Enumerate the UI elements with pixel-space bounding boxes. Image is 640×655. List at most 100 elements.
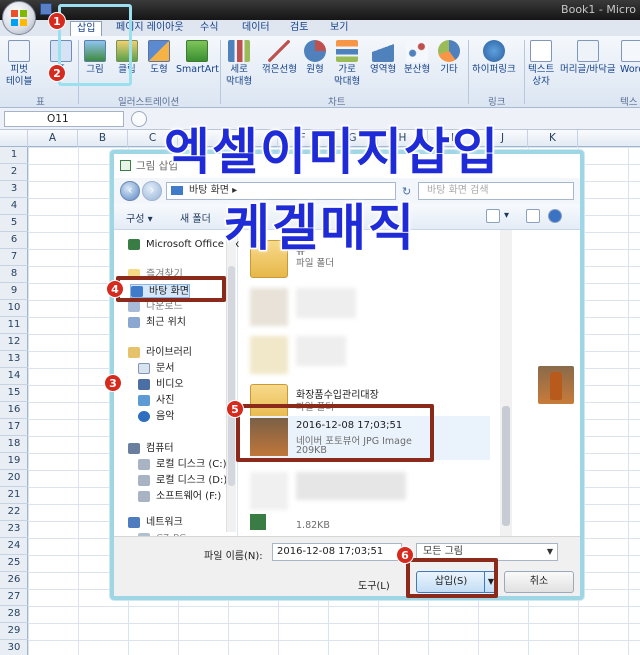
nav-scrollbar[interactable] — [226, 236, 236, 532]
scrollbar-thumb[interactable] — [502, 406, 510, 526]
area-chart-icon — [372, 40, 395, 62]
nav-label: 로컬 디스크 (D:) — [156, 475, 228, 486]
nav-documents[interactable]: 문서 — [138, 362, 174, 376]
scrollbar-thumb[interactable] — [228, 266, 235, 486]
row-header-16[interactable]: 16 — [0, 402, 28, 419]
shapes-button[interactable]: 도형 — [148, 40, 170, 76]
nav-downloads[interactable]: 다운로드 — [128, 300, 183, 314]
step-badge-5: 5 — [226, 400, 244, 418]
row-header-11[interactable]: 11 — [0, 317, 28, 334]
smartart-button[interactable]: SmartArt — [176, 40, 219, 76]
pie-chart-button[interactable]: 원형 — [304, 40, 326, 76]
nav-label: 최근 위치 — [146, 317, 186, 328]
header-footer-button[interactable]: 머리글/바닥글 — [560, 40, 616, 76]
nav-label: 컴퓨터 — [146, 443, 174, 454]
blurred-thumbnail — [250, 336, 288, 374]
scatter-chart-button[interactable]: 분산형 — [404, 40, 430, 76]
row-header-29[interactable]: 29 — [0, 623, 28, 640]
cancel-button[interactable]: 취소 — [504, 571, 574, 593]
row-header-22[interactable]: 22 — [0, 504, 28, 521]
step-badge-2: 2 — [48, 64, 66, 82]
row-header-9[interactable]: 9 — [0, 283, 28, 300]
row-header-8[interactable]: 8 — [0, 266, 28, 283]
line-chart-button[interactable]: 꺾은선형 — [262, 40, 297, 76]
row-header-26[interactable]: 26 — [0, 572, 28, 589]
file-item[interactable]: 1.82KB — [250, 506, 490, 536]
tab-review[interactable]: 검토 — [290, 21, 308, 36]
row-header-14[interactable]: 14 — [0, 368, 28, 385]
column-chart-button[interactable]: 세로 막대형 — [226, 40, 252, 88]
row-header-20[interactable]: 20 — [0, 470, 28, 487]
nav-music[interactable]: 음악 — [138, 410, 174, 424]
row-header-25[interactable]: 25 — [0, 555, 28, 572]
textbox-button[interactable]: 텍스트 상자 — [528, 40, 554, 88]
textbox-icon — [530, 40, 553, 62]
document-icon — [138, 363, 150, 374]
highlight-desktop — [116, 276, 226, 302]
tab-data[interactable]: 데이터 — [242, 21, 270, 36]
pictures-icon — [138, 395, 150, 406]
nav-network[interactable]: 네트워크 — [128, 516, 183, 530]
overlay-title: 엑셀이미지삽입 — [163, 122, 500, 183]
nav-label: 문서 — [156, 363, 175, 374]
row-header-10[interactable]: 10 — [0, 300, 28, 317]
nav-recent[interactable]: 최근 위치 — [128, 316, 186, 330]
pivot-table-icon — [8, 40, 31, 62]
group-separator — [524, 40, 525, 104]
nav-drive-c[interactable]: 로컬 디스크 (C:) — [138, 458, 227, 472]
shortcut-icon — [250, 514, 266, 530]
file-scrollbar[interactable] — [500, 230, 512, 536]
nav-computer[interactable]: 컴퓨터 — [128, 442, 174, 456]
row-header-18[interactable]: 18 — [0, 436, 28, 453]
file-item[interactable] — [250, 286, 490, 330]
pivot-table-button[interactable]: 피벗 테이블 — [6, 40, 32, 88]
filename-input[interactable]: 2016-12-08 17;03;51 — [272, 543, 402, 561]
nav-videos[interactable]: 비디오 — [138, 378, 184, 392]
nav-drive-f[interactable]: 소프트웨어 (F:) — [138, 490, 221, 504]
blurred-text — [296, 336, 346, 366]
column-chart-icon — [228, 40, 251, 62]
nav-label: 음악 — [156, 411, 175, 422]
file-item[interactable] — [250, 334, 490, 378]
bottle-icon — [550, 372, 562, 400]
blurred-thumbnail — [250, 288, 288, 326]
tab-view[interactable]: 보기 — [330, 21, 348, 36]
row-header-19[interactable]: 19 — [0, 453, 28, 470]
nav-libraries[interactable]: 라이브러리 — [128, 346, 192, 360]
filetype-value: 모든 그림 — [423, 546, 463, 557]
area-chart-button[interactable]: 영역형 — [370, 40, 396, 76]
tab-formulas[interactable]: 수식 — [200, 21, 218, 36]
row-header-15[interactable]: 15 — [0, 385, 28, 402]
group-label-links: 링크 — [488, 97, 506, 108]
download-icon — [128, 301, 140, 312]
video-icon — [138, 379, 150, 390]
row-header-21[interactable]: 21 — [0, 487, 28, 504]
group-separator — [220, 40, 221, 104]
drive-icon — [138, 475, 150, 486]
highlight-insert-button — [406, 558, 498, 598]
step-badge-6: 6 — [396, 546, 414, 564]
hyperlink-icon — [482, 40, 505, 62]
other-chart-icon — [438, 40, 460, 62]
row-header-24[interactable]: 24 — [0, 538, 28, 555]
row-header-30[interactable]: 30 — [0, 640, 28, 655]
library-icon — [128, 347, 140, 358]
office-logo-icon — [11, 10, 27, 26]
other-chart-button[interactable]: 기타 — [438, 40, 460, 76]
nav-pictures[interactable]: 사진 — [138, 394, 174, 408]
row-header-17[interactable]: 17 — [0, 419, 28, 436]
bar-chart-button[interactable]: 가로 막대형 — [334, 40, 360, 88]
office-button[interactable] — [2, 1, 36, 35]
bar-chart-icon — [336, 40, 359, 62]
row-header-13[interactable]: 13 — [0, 351, 28, 368]
row-header-12[interactable]: 12 — [0, 334, 28, 351]
nav-drive-d[interactable]: 로컬 디스크 (D:) — [138, 474, 227, 488]
step-badge-3: 3 — [104, 374, 122, 392]
wordart-button[interactable]: Word — [620, 40, 640, 76]
row-header-28[interactable]: 28 — [0, 606, 28, 623]
row-header-23[interactable]: 23 — [0, 521, 28, 538]
row-header-27[interactable]: 27 — [0, 589, 28, 606]
hyperlink-button[interactable]: 하이퍼링크 — [472, 40, 516, 76]
tools-button[interactable]: 도구(L) — [358, 577, 390, 592]
group-label-illustrations: 일러스트레이션 — [118, 97, 180, 108]
